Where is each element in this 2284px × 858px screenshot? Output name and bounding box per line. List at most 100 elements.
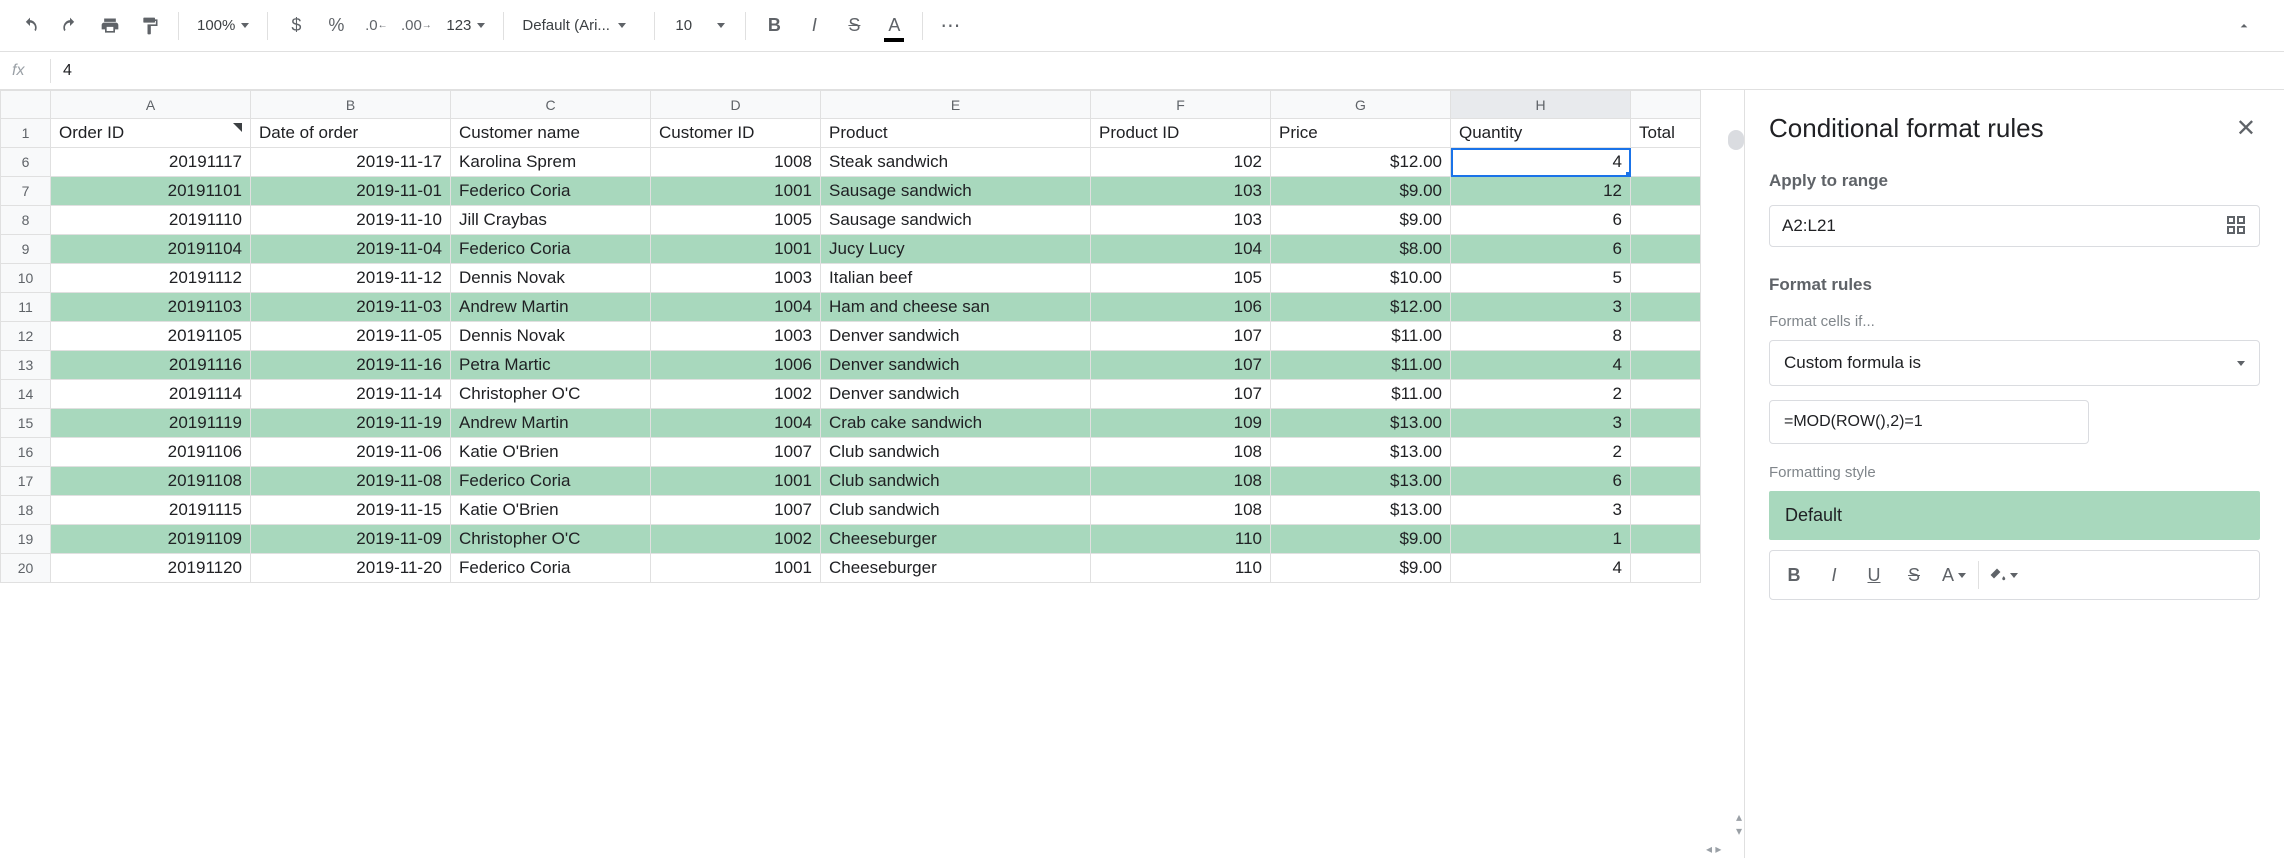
cell-extra-14[interactable] [1631, 380, 1701, 409]
cell-E14[interactable]: Denver sandwich [821, 380, 1091, 409]
spreadsheet-grid[interactable]: ABCDEFGH1Order IDDate of orderCustomer n… [0, 90, 1744, 858]
cell-F15[interactable]: 109 [1091, 409, 1271, 438]
cell-F13[interactable]: 107 [1091, 351, 1271, 380]
cell-E20[interactable]: Cheeseburger [821, 554, 1091, 583]
cell-F7[interactable]: 103 [1091, 177, 1271, 206]
cell-D11[interactable]: 1004 [651, 293, 821, 322]
strikethrough-button[interactable]: S [836, 8, 872, 44]
cell-G6[interactable]: $12.00 [1271, 148, 1451, 177]
cell-C19[interactable]: Christopher O'C [451, 525, 651, 554]
cell-G20[interactable]: $9.00 [1271, 554, 1451, 583]
decrease-decimal-button[interactable]: .0← [358, 8, 394, 44]
row-header-11[interactable]: 11 [1, 293, 51, 322]
row-header-15[interactable]: 15 [1, 409, 51, 438]
italic-button[interactable]: I [796, 8, 832, 44]
cell-extra-10[interactable] [1631, 264, 1701, 293]
cell-G7[interactable]: $9.00 [1271, 177, 1451, 206]
cell-F17[interactable]: 108 [1091, 467, 1271, 496]
cell-C20[interactable]: Federico Coria [451, 554, 651, 583]
cell-B20[interactable]: 2019-11-20 [251, 554, 451, 583]
row-header-8[interactable]: 8 [1, 206, 51, 235]
cell-D18[interactable]: 1007 [651, 496, 821, 525]
cell-H7[interactable]: 12 [1451, 177, 1631, 206]
range-input[interactable]: A2:L21 [1769, 205, 2260, 247]
cell-B19[interactable]: 2019-11-09 [251, 525, 451, 554]
row-header-13[interactable]: 13 [1, 351, 51, 380]
cell-E7[interactable]: Sausage sandwich [821, 177, 1091, 206]
row-header-19[interactable]: 19 [1, 525, 51, 554]
header-cell[interactable]: Price [1271, 119, 1451, 148]
cell-G18[interactable]: $13.00 [1271, 496, 1451, 525]
cell-C10[interactable]: Dennis Novak [451, 264, 651, 293]
cell-B18[interactable]: 2019-11-15 [251, 496, 451, 525]
cell-G17[interactable]: $13.00 [1271, 467, 1451, 496]
cell-B9[interactable]: 2019-11-04 [251, 235, 451, 264]
header-cell[interactable]: Product [821, 119, 1091, 148]
row-header-14[interactable]: 14 [1, 380, 51, 409]
header-cell[interactable]: Order ID [51, 119, 251, 148]
cell-E16[interactable]: Club sandwich [821, 438, 1091, 467]
row-header-12[interactable]: 12 [1, 322, 51, 351]
formula-input[interactable] [63, 58, 2284, 84]
cell-B16[interactable]: 2019-11-06 [251, 438, 451, 467]
header-cell[interactable]: Quantity [1451, 119, 1631, 148]
cell-B8[interactable]: 2019-11-10 [251, 206, 451, 235]
cell-E11[interactable]: Ham and cheese san [821, 293, 1091, 322]
more-button[interactable]: ⋯ [933, 8, 969, 44]
cell-extra-8[interactable] [1631, 206, 1701, 235]
column-header-C[interactable]: C [451, 91, 651, 119]
cell-H18[interactable]: 3 [1451, 496, 1631, 525]
increase-decimal-button[interactable]: .00→ [398, 8, 434, 44]
cell-A18[interactable]: 20191115 [51, 496, 251, 525]
custom-formula-input[interactable]: =MOD(ROW(),2)=1 [1769, 400, 2089, 444]
cell-C7[interactable]: Federico Coria [451, 177, 651, 206]
row-header-9[interactable]: 9 [1, 235, 51, 264]
cell-D20[interactable]: 1001 [651, 554, 821, 583]
cell-G8[interactable]: $9.00 [1271, 206, 1451, 235]
cell-H14[interactable]: 2 [1451, 380, 1631, 409]
cell-G15[interactable]: $13.00 [1271, 409, 1451, 438]
cell-A9[interactable]: 20191104 [51, 235, 251, 264]
cell-D17[interactable]: 1001 [651, 467, 821, 496]
column-header-D[interactable]: D [651, 91, 821, 119]
cell-F19[interactable]: 110 [1091, 525, 1271, 554]
cell-extra-13[interactable] [1631, 351, 1701, 380]
cell-A17[interactable]: 20191108 [51, 467, 251, 496]
cell-extra-17[interactable] [1631, 467, 1701, 496]
cell-G14[interactable]: $11.00 [1271, 380, 1451, 409]
underline-button[interactable]: U [1854, 555, 1894, 595]
cell-C16[interactable]: Katie O'Brien [451, 438, 651, 467]
cell-A13[interactable]: 20191116 [51, 351, 251, 380]
cell-E18[interactable]: Club sandwich [821, 496, 1091, 525]
cell-F6[interactable]: 102 [1091, 148, 1271, 177]
cell-H10[interactable]: 5 [1451, 264, 1631, 293]
paint-format-button[interactable] [132, 8, 168, 44]
cell-B11[interactable]: 2019-11-03 [251, 293, 451, 322]
cell-D16[interactable]: 1007 [651, 438, 821, 467]
header-cell[interactable]: Customer ID [651, 119, 821, 148]
cell-B10[interactable]: 2019-11-12 [251, 264, 451, 293]
cell-A16[interactable]: 20191106 [51, 438, 251, 467]
cell-C17[interactable]: Federico Coria [451, 467, 651, 496]
cell-E17[interactable]: Club sandwich [821, 467, 1091, 496]
currency-button[interactable]: $ [278, 8, 314, 44]
column-header-F[interactable]: F [1091, 91, 1271, 119]
cell-C15[interactable]: Andrew Martin [451, 409, 651, 438]
row-header-18[interactable]: 18 [1, 496, 51, 525]
cell-D9[interactable]: 1001 [651, 235, 821, 264]
cell-C6[interactable]: Karolina Sprem [451, 148, 651, 177]
cell-A20[interactable]: 20191120 [51, 554, 251, 583]
cell-B14[interactable]: 2019-11-14 [251, 380, 451, 409]
cell-G16[interactable]: $13.00 [1271, 438, 1451, 467]
horizontal-scrollbar-arrows[interactable]: ◂ ▸ [1706, 842, 1734, 856]
cell-F11[interactable]: 106 [1091, 293, 1271, 322]
cell-extra-12[interactable] [1631, 322, 1701, 351]
cell-E12[interactable]: Denver sandwich [821, 322, 1091, 351]
font-select[interactable]: Default (Ari... [514, 17, 644, 34]
text-color-button[interactable]: A [1934, 555, 1974, 595]
cell-H20[interactable]: 4 [1451, 554, 1631, 583]
cell-C13[interactable]: Petra Martic [451, 351, 651, 380]
row-header-6[interactable]: 6 [1, 148, 51, 177]
cell-D12[interactable]: 1003 [651, 322, 821, 351]
italic-button[interactable]: I [1814, 555, 1854, 595]
